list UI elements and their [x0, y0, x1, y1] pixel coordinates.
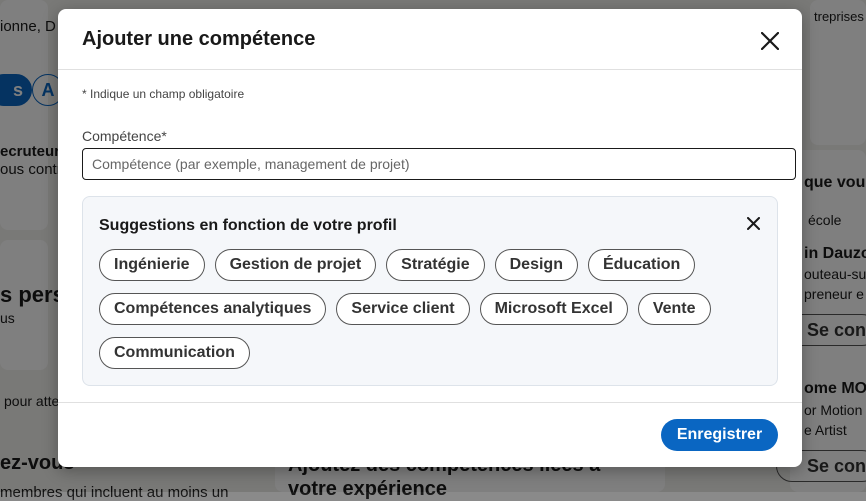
suggestion-chip[interactable]: Compétences analytiques	[99, 293, 327, 325]
dismiss-suggestions-button[interactable]	[742, 212, 764, 234]
close-button[interactable]	[756, 27, 784, 55]
suggestion-chip[interactable]: Gestion de projet	[214, 249, 377, 281]
suggestion-chip[interactable]: Vente	[637, 293, 711, 325]
suggestion-chip[interactable]: Ingénierie	[99, 249, 205, 281]
header-divider	[58, 69, 802, 70]
close-icon	[761, 32, 779, 50]
suggestion-chip[interactable]: Design	[494, 249, 578, 281]
close-icon	[746, 216, 760, 230]
suggestion-chips: Ingénierie Gestion de projet Stratégie D…	[99, 249, 759, 369]
suggestion-chip[interactable]: Microsoft Excel	[479, 293, 628, 325]
footer-divider	[58, 402, 802, 403]
suggestions-panel: Suggestions en fonction de votre profil …	[82, 196, 778, 386]
suggestion-chip[interactable]: Stratégie	[386, 249, 485, 281]
skill-input[interactable]	[82, 148, 796, 180]
required-note: * Indique un champ obligatoire	[82, 87, 245, 101]
suggestions-title: Suggestions en fonction de votre profil	[99, 217, 397, 234]
suggestion-chip[interactable]: Service client	[336, 293, 470, 325]
suggestion-chip[interactable]: Éducation	[587, 249, 696, 281]
dialog-title: Ajouter une compétence	[82, 28, 316, 50]
save-button[interactable]: Enregistrer	[661, 419, 778, 451]
skill-field-label: Compétence*	[82, 128, 167, 144]
add-skill-dialog: Ajouter une compétence * Indique un cham…	[58, 9, 802, 467]
suggestion-chip[interactable]: Communication	[99, 337, 250, 369]
